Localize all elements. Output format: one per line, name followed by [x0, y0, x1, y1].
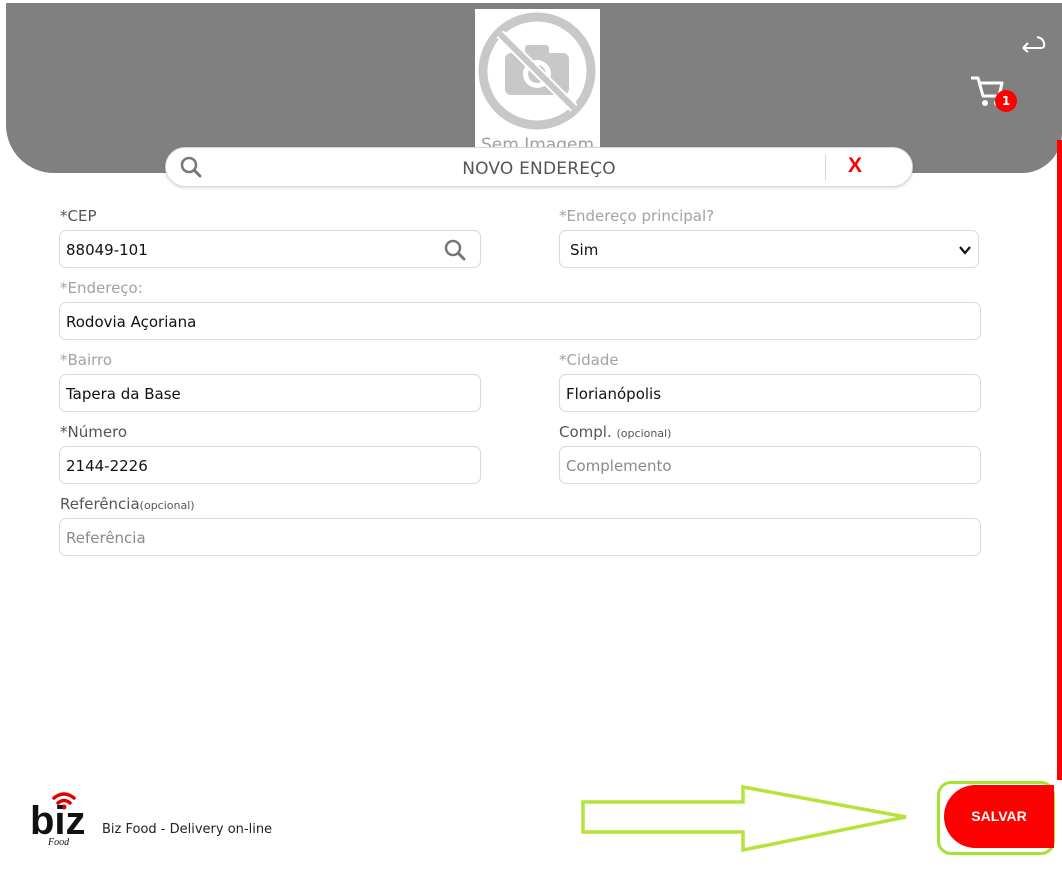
bairro-input[interactable]: Tapera da Base: [59, 374, 481, 412]
cidade-input[interactable]: Florianópolis: [559, 374, 981, 412]
side-accent-bar: [1057, 140, 1062, 780]
compl-input[interactable]: Complemento: [559, 446, 981, 484]
cep-input[interactable]: 88049-101: [59, 230, 481, 268]
search-icon[interactable]: [444, 239, 466, 261]
numero-label: *Número: [60, 423, 128, 441]
store-logo: Sem Imagem: [475, 9, 600, 150]
title-divider: [825, 154, 826, 180]
cidade-label: *Cidade: [559, 351, 619, 369]
referencia-optional-hint: (opcional): [139, 499, 195, 512]
title-bar: NOVO ENDEREÇO X: [165, 147, 913, 187]
page-title: NOVO ENDEREÇO: [462, 159, 616, 179]
no-image-icon: [478, 12, 596, 130]
bairro-value: Tapera da Base: [66, 385, 181, 403]
cart-count-badge: 1: [995, 90, 1017, 112]
cep-value: 88049-101: [66, 241, 148, 259]
principal-select[interactable]: Sim: [559, 230, 979, 268]
cidade-value: Florianópolis: [566, 385, 662, 403]
compl-placeholder: Complemento: [566, 457, 672, 475]
numero-input[interactable]: 2144-2226: [59, 446, 481, 484]
principal-label: *Endereço principal?: [559, 207, 715, 225]
numero-value: 2144-2226: [66, 457, 148, 475]
compl-label: Compl. (opcional): [559, 423, 671, 441]
principal-value: Sim: [570, 241, 599, 259]
endereco-label: *Endereço:: [60, 279, 143, 297]
referencia-label: Referência(opcional): [60, 495, 195, 513]
logo-subtext: Food: [47, 837, 70, 846]
footer-brand-text: Biz Food - Delivery on-line: [102, 822, 273, 837]
referencia-label-text: Referência: [60, 495, 140, 513]
close-button[interactable]: X: [848, 154, 862, 178]
endereco-value: Rodovia Açoriana: [66, 313, 197, 331]
back-arrow-icon[interactable]: [1016, 30, 1046, 54]
save-button[interactable]: SALVAR: [944, 785, 1054, 848]
referencia-input[interactable]: Referência: [59, 518, 981, 556]
cep-label: *CEP: [60, 207, 97, 225]
biz-food-logo: biz Food: [30, 792, 86, 846]
arrow-annotation-icon: [581, 784, 907, 853]
chevron-down-icon: [959, 246, 971, 255]
compl-label-text: Compl.: [559, 423, 612, 441]
bairro-label: *Bairro: [60, 351, 113, 369]
compl-optional-hint: (opcional): [616, 427, 672, 440]
endereco-input[interactable]: Rodovia Açoriana: [59, 302, 981, 340]
referencia-placeholder: Referência: [66, 529, 146, 547]
